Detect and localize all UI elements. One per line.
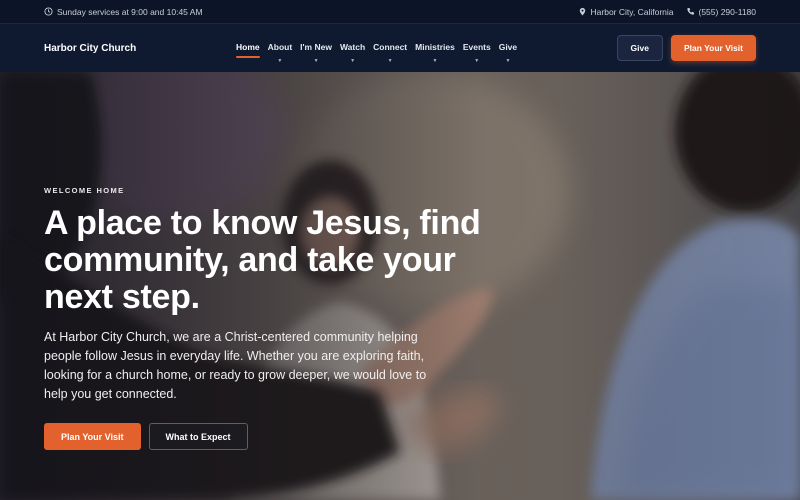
nav-item-label: Events — [462, 42, 491, 52]
hero-section: WELCOME HOME A place to know Jesus, find… — [0, 72, 800, 500]
nav-item-label: Give — [498, 42, 518, 52]
phone-text[interactable]: (555) 290-1180 — [699, 7, 757, 17]
hero-eyebrow: WELCOME HOME — [44, 186, 125, 195]
location-text: Harbor City, California — [590, 6, 674, 17]
give-button[interactable]: Give — [616, 35, 663, 61]
chevron-down-icon: ▼ — [505, 58, 511, 64]
chevron-down-icon: ▼ — [313, 58, 319, 64]
nav-item-label: Home — [236, 42, 260, 52]
nav-item-label: I'm New — [300, 42, 332, 52]
utility-bar: Sunday services at 9:00 and 10:45 AM Har… — [0, 0, 800, 24]
service-times-text: Sunday services at 9:00 and 10:45 AM — [57, 6, 203, 17]
nav-item-label: Connect — [373, 42, 408, 52]
what-to-expect-button[interactable]: What to Expect — [148, 423, 248, 450]
nav-item-watch[interactable]: Watch ▼ — [336, 24, 369, 72]
service-times: Sunday services at 9:00 and 10:45 AM — [44, 7, 203, 17]
nav-item-give[interactable]: Give ▼ — [495, 24, 521, 72]
hero-actions: Plan Your Visit What to Expect — [44, 423, 248, 450]
nav-item-label: Watch — [339, 42, 366, 52]
main-nav: Harbor City Church Home About ▼ I'm New … — [0, 24, 800, 72]
nav-menu: Home About ▼ I'm New ▼ Watch ▼ Connect ▼… — [232, 24, 521, 72]
map-pin-icon — [578, 7, 587, 16]
phone-icon — [686, 7, 695, 16]
hero-plan-visit-button[interactable]: Plan Your Visit — [44, 423, 141, 450]
nav-item-label: About — [267, 42, 293, 52]
chevron-down-icon: ▼ — [387, 58, 393, 64]
chevron-down-icon: ▼ — [432, 58, 438, 64]
brand-logo[interactable]: Harbor City Church — [44, 43, 232, 54]
nav-item-home[interactable]: Home — [232, 24, 264, 72]
nav-item-ministries[interactable]: Ministries ▼ — [411, 24, 459, 72]
hero-headline: A place to know Jesus, find community, a… — [44, 204, 481, 316]
chevron-down-icon: ▼ — [474, 58, 480, 64]
clock-icon — [44, 7, 53, 16]
location: Harbor City, California — [578, 7, 674, 17]
phone-link[interactable]: (555) 290-1180 — [686, 7, 757, 17]
nav-item-im-new[interactable]: I'm New ▼ — [296, 24, 336, 72]
hero-description: At Harbor City Church, we are a Christ-c… — [44, 330, 427, 401]
nav-item-label: Ministries — [415, 42, 455, 52]
nav-item-events[interactable]: Events ▼ — [459, 24, 495, 72]
hero-content: WELCOME HOME A place to know Jesus, find… — [44, 186, 484, 404]
chevron-down-icon: ▼ — [350, 58, 356, 64]
plan-visit-button[interactable]: Plan Your Visit — [670, 35, 756, 61]
chevron-down-icon: ▼ — [277, 58, 283, 64]
nav-item-connect[interactable]: Connect ▼ — [369, 24, 411, 72]
nav-item-about[interactable]: About ▼ — [264, 24, 297, 72]
